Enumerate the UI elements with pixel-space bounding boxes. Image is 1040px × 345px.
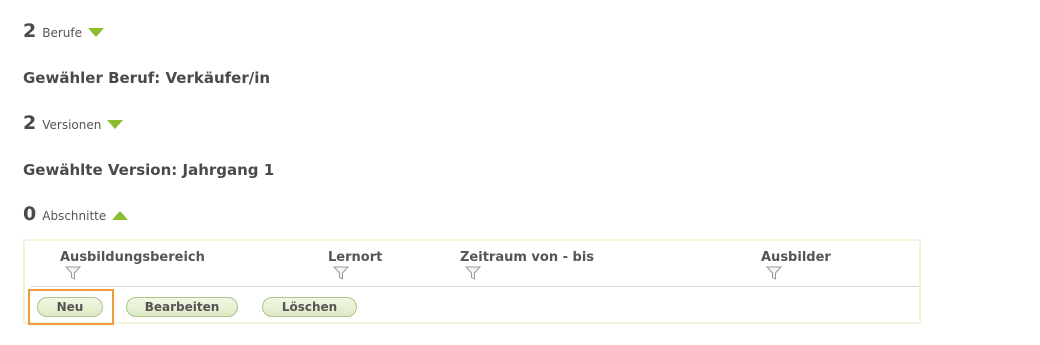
column-label: Ausbilder: [761, 250, 831, 265]
triangle-down-icon[interactable]: [88, 27, 104, 37]
column-label: Zeitraum von - bis: [460, 250, 595, 265]
versionen-count: 2: [23, 112, 37, 134]
berufe-label: Berufe: [42, 26, 82, 40]
selected-version-heading: Gewählte Version: Jahrgang 1: [23, 161, 275, 179]
delete-button[interactable]: Löschen: [262, 297, 357, 317]
berufe-count: 2: [23, 20, 37, 42]
selected-beruf-heading: Gewähler Beruf: Verkäufer/in: [23, 69, 271, 87]
filter-icon[interactable]: [65, 266, 81, 280]
abschnitte-summary: 0 Abschnitte: [23, 203, 129, 225]
header-divider: [30, 286, 919, 287]
triangle-down-icon[interactable]: [107, 119, 124, 129]
column-ausbilder[interactable]: Ausbilder: [761, 250, 831, 280]
column-zeitraum[interactable]: Zeitraum von - bis: [460, 250, 594, 280]
berufe-summary: 2 Berufe: [23, 20, 104, 42]
versionen-label: Versionen: [42, 118, 102, 132]
abschnitte-label: Abschnitte: [42, 209, 107, 223]
column-label: Lernort: [328, 250, 383, 265]
abschnitte-count: 0: [23, 203, 37, 225]
filter-icon[interactable]: [333, 266, 349, 280]
versionen-summary: 2 Versionen: [23, 112, 124, 134]
triangle-up-icon[interactable]: [112, 210, 129, 220]
abschnitte-table: Ausbildungsbereich Lernort Zeitraum von …: [23, 239, 921, 325]
new-button[interactable]: Neu: [37, 297, 103, 317]
column-label: Ausbildungsbereich: [60, 250, 205, 265]
edit-button[interactable]: Bearbeiten: [126, 297, 238, 317]
filter-icon[interactable]: [465, 266, 481, 280]
column-ausbildungsbereich[interactable]: Ausbildungsbereich: [60, 250, 205, 280]
column-lernort[interactable]: Lernort: [328, 250, 382, 280]
filter-icon[interactable]: [766, 266, 782, 280]
